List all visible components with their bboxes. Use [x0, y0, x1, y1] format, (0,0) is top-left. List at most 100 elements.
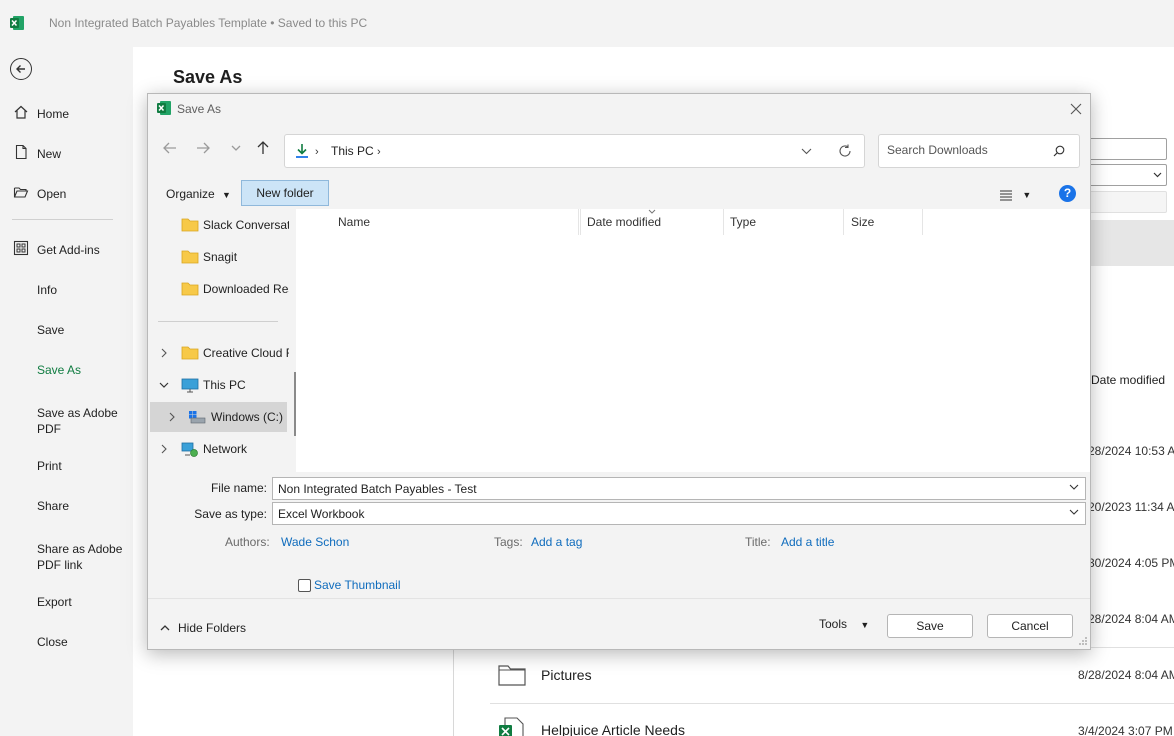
nav-item-open[interactable]: Open [0, 175, 133, 209]
background-input[interactable] [1088, 138, 1167, 160]
nav-item-info[interactable]: Info [0, 271, 133, 305]
column-header-size[interactable]: Size [844, 209, 923, 235]
nav-label: Export [37, 595, 72, 609]
back-button[interactable] [10, 58, 32, 80]
add-title-link[interactable]: Add a title [781, 535, 834, 549]
file-name-field[interactable]: Non Integrated Batch Payables - Test [272, 477, 1086, 500]
nav-divider [12, 219, 113, 220]
chevron-down-icon[interactable] [1069, 484, 1079, 491]
search-input[interactable] [887, 143, 1047, 157]
authors-link[interactable]: Wade Schon [281, 535, 349, 549]
caret-down-icon: ▼ [860, 620, 870, 630]
tree-item-downloaded-resources[interactable]: Downloaded Resources [150, 274, 289, 304]
dialog-footer: Hide Folders Tools ▼ Save Cancel [148, 598, 1090, 649]
column-header-date-modified[interactable]: Date modified [580, 209, 724, 235]
nav-item-new[interactable]: New [0, 135, 133, 169]
resize-grip-icon[interactable] [1078, 636, 1088, 646]
file-date: 8/28/2024 10:53 AM [1078, 444, 1174, 458]
file-name-value[interactable]: Non Integrated Batch Payables - Test [278, 482, 477, 496]
tree-item-snagit[interactable]: Snagit [150, 242, 287, 272]
add-tag-link[interactable]: Add a tag [531, 535, 582, 549]
file-name-label: File name: [210, 481, 267, 495]
date-modified-header: Date modified [1091, 373, 1166, 387]
list-item[interactable] [490, 647, 1174, 703]
chevron-right-icon[interactable] [168, 412, 176, 422]
nav-item-home[interactable]: Home [0, 95, 133, 129]
chevron-right-icon[interactable] [160, 348, 168, 358]
caret-down-icon: ▼ [1022, 189, 1032, 200]
nav-item-close[interactable]: Close [0, 623, 133, 657]
save-as-dialog: Save As › This PC › Organize ▼ New [147, 93, 1091, 650]
forward-arrow-icon[interactable] [193, 138, 213, 158]
tree-item-windows-c[interactable]: Windows (C:) [150, 402, 287, 432]
nav-item-save-as-adobe-pdf[interactable]: Save as Adobe PDF [0, 401, 118, 436]
nav-item-get-add-ins[interactable]: Get Add-ins [0, 231, 133, 265]
search-box[interactable] [878, 134, 1080, 168]
scrollbar[interactable] [294, 372, 296, 436]
authors-label: Authors: [225, 535, 270, 549]
chevron-right-icon[interactable]: › [377, 146, 381, 158]
tools-label: Tools [819, 617, 848, 631]
nav-item-share[interactable]: Share [0, 487, 133, 521]
tree-label: Snagit [203, 250, 238, 264]
up-arrow-icon[interactable] [253, 138, 273, 158]
nav-item-export[interactable]: Export [0, 583, 133, 617]
nav-item-save[interactable]: Save [0, 311, 133, 345]
excel-logo-icon [157, 101, 171, 115]
file-date: 8/28/2024 8:04 AM [1078, 668, 1174, 682]
chevron-right-icon[interactable] [160, 444, 168, 454]
save-thumbnail-checkbox[interactable] [298, 579, 311, 592]
tree-item-this-pc[interactable]: This PC [150, 370, 287, 400]
address-bar[interactable]: › This PC › [284, 134, 865, 168]
recent-locations-icon[interactable] [226, 138, 246, 158]
backstage-nav: Home New Open Get Add-ins Info Save Save… [0, 47, 133, 736]
hide-folders-label: Hide Folders [178, 621, 247, 635]
folder-icon [181, 346, 199, 360]
tree-item-creative-cloud-files[interactable]: Creative Cloud Files [150, 338, 289, 368]
help-button[interactable]: ? [1059, 185, 1076, 202]
nav-item-save-as[interactable]: Save As [0, 351, 133, 385]
tree-item-slack-conversations[interactable]: Slack Conversations [150, 210, 289, 240]
chevron-down-icon[interactable] [159, 381, 169, 389]
computer-icon [181, 378, 199, 393]
dialog-title: Save As [177, 102, 222, 116]
save-button[interactable]: Save [887, 614, 973, 638]
divider [453, 647, 454, 736]
breadcrumb[interactable]: This PC [331, 144, 374, 158]
file-list: Name Date modified Type Size [304, 209, 1090, 472]
back-arrow-icon[interactable] [160, 138, 180, 158]
new-folder-button[interactable]: New folder [241, 180, 329, 206]
search-icon [1053, 145, 1065, 157]
back-arrow-icon [16, 65, 25, 73]
nav-label: Save as Adobe PDF [37, 406, 118, 436]
window-title: Non Integrated Batch Payables Template •… [49, 16, 368, 30]
navigation-pane: Slack Conversations Snagit Downloaded Re… [148, 209, 296, 472]
title-label: Title: [745, 535, 771, 549]
navigation-bar: › This PC › [148, 123, 1090, 179]
background-select[interactable] [1088, 164, 1167, 186]
folder-outline-icon [498, 665, 526, 686]
column-header-type[interactable]: Type [724, 209, 844, 235]
background-header-band [1090, 220, 1174, 266]
close-icon[interactable] [1068, 101, 1084, 117]
chevron-up-icon [160, 625, 170, 631]
file-date: 8/30/2024 4:05 PM [1078, 556, 1174, 570]
tree-item-network[interactable]: Network [150, 434, 287, 464]
cancel-button[interactable]: Cancel [987, 614, 1073, 638]
tools-button[interactable]: Tools ▼ [819, 617, 869, 631]
nav-item-print[interactable]: Print [0, 447, 133, 481]
chevron-down-icon[interactable] [801, 146, 812, 157]
save-as-type-select[interactable]: Excel Workbook [272, 502, 1086, 525]
refresh-icon[interactable] [838, 144, 852, 158]
column-header-name[interactable]: Name [338, 209, 579, 235]
drive-icon [189, 411, 206, 424]
organize-button[interactable]: Organize ▼ [158, 183, 239, 205]
save-thumbnail-label[interactable]: Save Thumbnail [314, 578, 401, 592]
chevron-down-icon [1069, 509, 1079, 515]
dialog-title-bar: Save As [148, 94, 1090, 123]
nav-label: Share [37, 499, 70, 513]
folder-icon [181, 250, 199, 264]
download-icon [296, 144, 308, 158]
nav-item-share-as-adobe-pdf-link[interactable]: Share as Adobe PDF link [0, 537, 133, 572]
view-options-button[interactable]: ▼ [999, 187, 1031, 201]
